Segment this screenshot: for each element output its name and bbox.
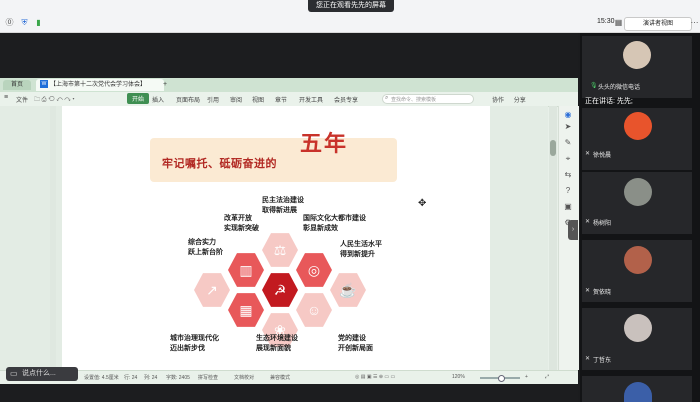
menu-view[interactable]: 视图: [252, 95, 264, 104]
avatar: [624, 382, 652, 402]
zoom-level[interactable]: 120%: [452, 374, 465, 380]
command-search-input[interactable]: 查找命令、搜索模板: [382, 94, 474, 104]
mic-active-icon: 🎙: [590, 83, 598, 89]
home-tab[interactable]: 首页: [3, 80, 31, 90]
menu-member[interactable]: 会员专享: [334, 95, 358, 104]
collapse-sidebar-handle[interactable]: ›: [568, 220, 578, 240]
speaking-indicator: 正在讲话: 先先;: [585, 98, 633, 105]
meeting-time: 15:30: [597, 18, 615, 25]
label-governance: 城市治理现代化 迈出新步伐: [170, 334, 219, 354]
participant-name: 丁哲东: [593, 358, 612, 364]
image-icon[interactable]: ▣: [563, 202, 573, 212]
location-icon[interactable]: ◉: [563, 110, 573, 120]
menu-review[interactable]: 审阅: [230, 95, 242, 104]
share-button[interactable]: 分享: [514, 98, 526, 104]
layout-icon[interactable]: ▦: [614, 18, 623, 27]
status-spell[interactable]: 拼写检查: [198, 374, 218, 381]
mic-muted-icon: ✕: [585, 288, 591, 294]
label-legal-line2: 取得新进展: [262, 207, 297, 214]
participant-name: 贺依晓: [593, 290, 612, 296]
search-icon: ⌕: [385, 95, 389, 101]
label-reform: 改革开放 实现新突破: [224, 214, 259, 234]
label-culture: 国际文化大都市建设 彰显新成效: [303, 214, 366, 234]
vertical-ruler: [50, 106, 56, 370]
mic-muted-icon: ✕: [585, 151, 591, 157]
more-icon[interactable]: ⋯: [690, 18, 699, 27]
zoom-in-icon[interactable]: +: [525, 374, 528, 380]
select-icon[interactable]: ⌖: [563, 154, 573, 164]
ribbon-right-actions: 协作 分享: [492, 95, 526, 104]
menu-sections[interactable]: 章节: [275, 95, 287, 104]
mic-muted-icon: ✕: [585, 219, 591, 225]
menu-page-layout[interactable]: 页面布局: [176, 95, 200, 104]
zoom-slider-knob[interactable]: [498, 375, 505, 382]
status-col: 列: 24: [144, 375, 158, 381]
mic-muted-icon: ✕: [585, 356, 591, 362]
status-proof[interactable]: 文档校对: [234, 374, 254, 381]
scrollbar-thumb[interactable]: [550, 140, 556, 156]
menu-developer[interactable]: 开发工具: [299, 95, 323, 104]
view-mode-button[interactable]: 演讲者视图: [624, 17, 692, 31]
document-tab[interactable]: W 【上海市第十二次党代会学习体会】: [36, 79, 164, 91]
fullscreen-icon[interactable]: ⤢: [545, 374, 549, 380]
avatar: [624, 314, 652, 342]
label-economy-line1: 综合实力: [188, 239, 216, 246]
label-legal-line1: 民主法治建设: [262, 197, 304, 204]
label-reform-line2: 实现新突破: [224, 225, 259, 232]
label-reform-line1: 改革开放: [224, 215, 252, 222]
chat-bubble-icon: ▭: [10, 369, 18, 378]
label-party-line1: 党的建设: [338, 335, 366, 342]
menu-hamburger-icon[interactable]: ≡: [4, 94, 8, 101]
label-legal: 民主法治建设 取得新进展: [262, 196, 304, 216]
status-settings[interactable]: 设置值: 4.5厘米: [84, 374, 119, 381]
pointer-icon[interactable]: ➤: [563, 122, 573, 132]
banner-big-text: 五年: [300, 131, 349, 157]
label-economy-line2: 跃上新台阶: [188, 249, 223, 256]
avatar: [624, 246, 652, 274]
status-words[interactable]: 字数: 2405: [166, 374, 190, 381]
document-tab-label: 【上海市第十二次党代会学习体会】: [50, 82, 147, 88]
menu-references[interactable]: 引用: [207, 95, 219, 104]
signal-strength-icon[interactable]: ▮: [34, 18, 43, 27]
word-doc-icon: W: [40, 80, 48, 89]
label-ecology: 生态环境建设 展现新面貌: [256, 334, 298, 354]
status-compat: 兼容模式: [270, 375, 291, 381]
meeting-info-icon[interactable]: ⓪: [5, 18, 14, 27]
label-livelihood-line1: 人民生活水平: [340, 241, 382, 248]
dark-taskbar: [0, 384, 578, 402]
label-culture-line2: 彰显新成效: [303, 225, 338, 232]
adjust-icon[interactable]: ⇆: [563, 170, 573, 180]
menu-start[interactable]: 开始: [127, 93, 150, 104]
collaborate-button[interactable]: 协作: [492, 98, 504, 104]
menu-file[interactable]: 文件: [16, 95, 28, 104]
label-livelihood-line2: 得到新提升: [340, 251, 375, 258]
banner-title: 牢记嘱托、砥砺奋进的: [162, 158, 277, 170]
label-culture-line1: 国际文化大都市建设: [303, 215, 366, 222]
pen-icon[interactable]: ✎: [563, 138, 573, 148]
screen-share-banner: 您正在观看先先的屏幕: [308, 0, 394, 12]
avatar: [624, 178, 652, 206]
quick-access-icons[interactable]: 🗀 ⎙ ⟲ ↶ ↷ ▾: [34, 95, 75, 105]
label-ecology-line1: 生态环境建设: [256, 335, 298, 342]
label-livelihood: 人民生活水平 得到新提升: [340, 240, 382, 260]
view-mode-icons[interactable]: ◎ ▤ ▣ ☰ ⊕ ▭ ▭: [355, 374, 395, 380]
participant-name: 头头的微信电话: [598, 85, 641, 91]
menu-insert[interactable]: 插入: [152, 95, 164, 104]
move-cursor-icon: ✥: [418, 198, 427, 209]
label-party-line2: 开创新局面: [338, 345, 373, 352]
status-line: 行: 24: [124, 375, 138, 381]
security-shield-icon[interactable]: ⛨: [20, 18, 29, 27]
participant-name: 徐悦晨: [593, 153, 612, 159]
avatar: [623, 41, 651, 69]
label-economy: 综合实力 跃上新台阶: [188, 238, 223, 258]
participant-name: 杨树阳: [593, 221, 612, 227]
avatar: [624, 112, 652, 140]
add-tab-icon[interactable]: +: [163, 81, 167, 88]
label-governance-line2: 迈出新步伐: [170, 345, 205, 352]
label-governance-line1: 城市治理现代化: [170, 335, 219, 342]
label-ecology-line2: 展现新面貌: [256, 345, 291, 352]
help-icon[interactable]: ?: [563, 186, 573, 196]
label-party: 党的建设 开创新局面: [338, 334, 373, 354]
